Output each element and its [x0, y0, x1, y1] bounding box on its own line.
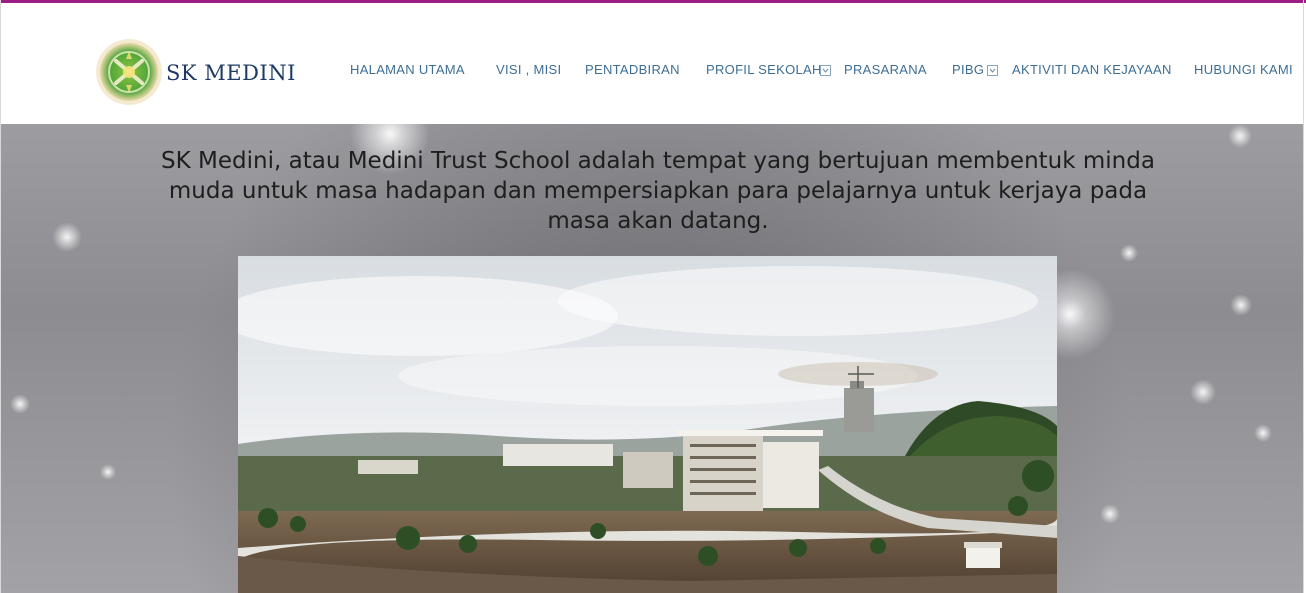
nav-item-prasarana[interactable]: PRASARANA: [844, 62, 927, 77]
sparkle-decoration: [1254, 424, 1272, 442]
nav-item-pibg[interactable]: PIBG: [952, 62, 984, 77]
site-title[interactable]: SK MEDINI: [166, 61, 296, 85]
nav-item-aktiviti-dan-kejayaan[interactable]: AKTIVITI DAN KEJAYAAN: [1012, 62, 1172, 77]
sparkle-decoration: [1230, 294, 1252, 316]
sparkle-decoration: [1228, 124, 1252, 148]
sparkle-decoration: [10, 394, 30, 414]
campus-panorama-image: [238, 256, 1057, 593]
sparkle-decoration: [1100, 504, 1120, 524]
chevron-down-icon[interactable]: [820, 65, 831, 76]
nav-item-halaman-utama[interactable]: HALAMAN UTAMA: [350, 62, 465, 77]
site-header: SK MEDINI HALAMAN UTAMA VISI , MISI PENT…: [0, 3, 1304, 124]
sparkle-decoration: [1190, 379, 1216, 405]
sparkle-decoration: [52, 222, 82, 252]
chevron-down-icon[interactable]: [987, 65, 998, 76]
nav-item-hubungi-kami[interactable]: HUBUNGI KAMI: [1194, 62, 1293, 77]
nav-item-pentadbiran[interactable]: PENTADBIRAN: [585, 62, 680, 77]
sparkle-decoration: [1120, 244, 1138, 262]
sparkle-decoration: [100, 464, 116, 480]
school-crest-icon[interactable]: [96, 39, 162, 105]
hero-tagline: SK Medini, atau Medini Trust School adal…: [161, 148, 1155, 234]
nav-item-profil-sekolah[interactable]: PROFIL SEKOLAH: [706, 62, 822, 77]
nav-item-visi-misi[interactable]: VISI , MISI: [496, 62, 561, 77]
